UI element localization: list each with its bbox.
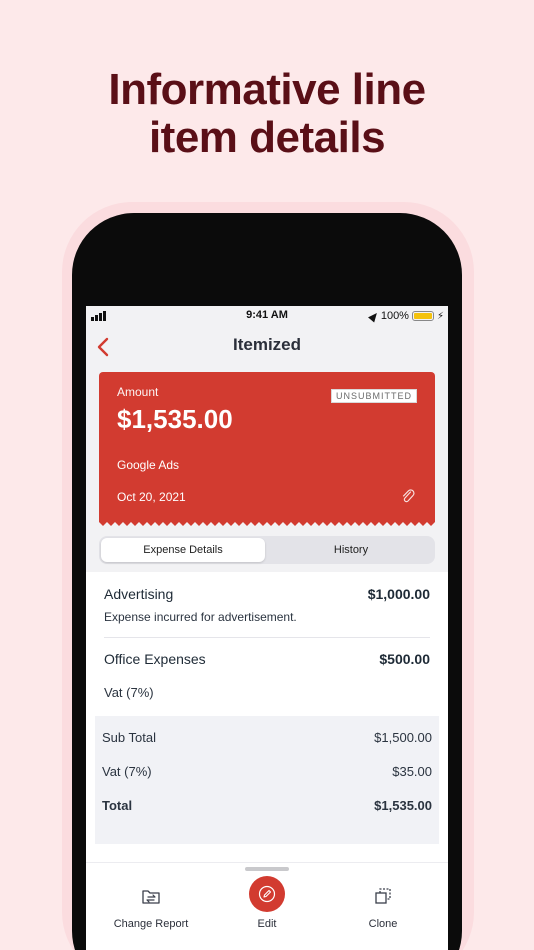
line-item-amount: $1,000.00 <box>367 586 430 602</box>
clone-button[interactable]: Clone <box>323 876 443 936</box>
tax-label: Vat (7%) <box>102 764 152 779</box>
bottom-bar-divider <box>86 862 448 863</box>
line-item-description: Vat (7%) <box>104 685 154 700</box>
status-bar: 9:41 AM 100% ⚡ <box>86 306 448 326</box>
status-right: 100% ⚡ <box>367 309 444 323</box>
battery-icon <box>411 311 434 321</box>
line-item-description: Expense incurred for advertisement. <box>104 610 297 624</box>
change-report-label: Change Report <box>113 918 189 930</box>
total-value: $1,535.00 <box>374 798 432 813</box>
location-icon <box>367 309 380 323</box>
subtotal-label: Sub Total <box>102 730 156 745</box>
pencil-icon <box>258 885 276 903</box>
charging-icon: ⚡ <box>436 310 444 322</box>
nav-bar: Itemized <box>86 326 448 370</box>
receipt-edge <box>99 518 435 526</box>
edit-circle <box>249 876 285 912</box>
battery-percent: 100% <box>380 310 409 322</box>
change-report-button[interactable]: Change Report <box>91 876 211 936</box>
subtotal-value: $1,500.00 <box>374 730 432 745</box>
amount-value: $1,535.00 <box>117 404 233 434</box>
line-item-name: Office Expenses <box>104 651 206 667</box>
tab-history[interactable]: History <box>269 538 433 562</box>
attachment-icon[interactable] <box>401 488 415 504</box>
sheet-grabber[interactable] <box>245 867 289 871</box>
marketing-headline: Informative line item details <box>0 66 534 162</box>
total-label: Total <box>102 798 133 813</box>
line-item-amount: $500.00 <box>379 651 430 667</box>
tax-value: $35.00 <box>392 764 432 779</box>
clone-label: Clone <box>368 918 398 930</box>
expense-summary-card: Amount $1,535.00 UNSUBMITTED Google Ads … <box>99 372 435 522</box>
status-badge: UNSUBMITTED <box>331 389 417 403</box>
line-item-name: Advertising <box>104 586 174 602</box>
detail-tabs: Expense Details History <box>99 536 435 564</box>
headline-line-1: Informative line <box>108 65 426 114</box>
headline-line-2: item details <box>148 113 386 162</box>
edit-button[interactable]: Edit <box>207 876 327 936</box>
merchant-name: Google Ads <box>117 458 180 472</box>
edit-label: Edit <box>257 918 277 930</box>
divider <box>104 637 430 638</box>
page-title: Itemized <box>232 335 302 354</box>
tab-expense-details[interactable]: Expense Details <box>101 538 265 562</box>
expense-date: Oct 20, 2021 <box>117 490 186 504</box>
app-screen: 9:41 AM 100% ⚡ Itemized Amount $1,535.00… <box>86 306 448 950</box>
totals-summary: Sub Total $1,500.00 Vat (7%) $35.00 Tota… <box>95 716 439 844</box>
folder-swap-icon <box>142 890 160 904</box>
amount-label: Amount <box>117 385 159 399</box>
clone-icon <box>375 888 391 904</box>
